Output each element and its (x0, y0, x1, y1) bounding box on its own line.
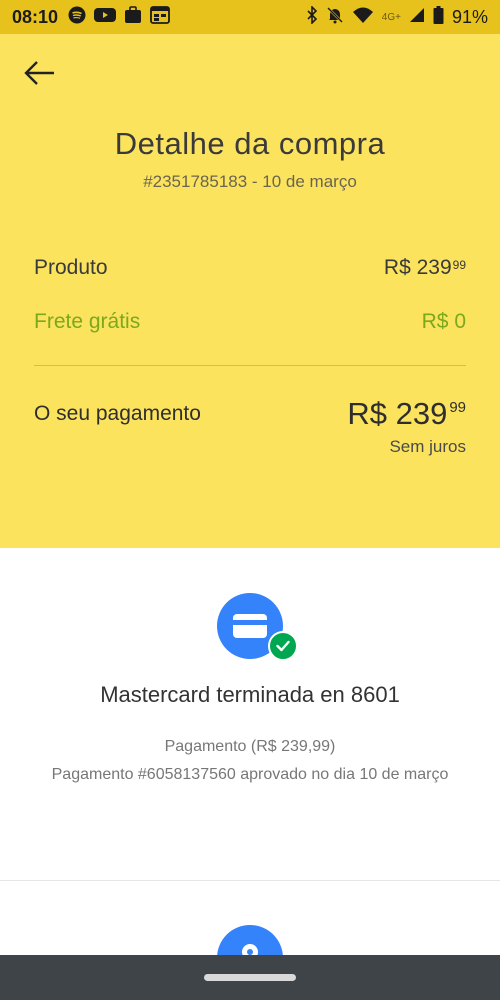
page-title: Detalhe da compra (114, 126, 386, 161)
bluetooth-icon (306, 4, 318, 29)
payment-amount: Pagamento (R$ 239,99) (164, 738, 336, 755)
payment-total-main: R$ 239 (347, 396, 448, 431)
shipping-label: Frete grátis (34, 310, 141, 333)
payment-total-price: R$ 239 99 (347, 396, 466, 432)
product-row: Produto R$ 23999 (34, 256, 466, 280)
product-price-main: R$ 239 (383, 256, 452, 279)
payment-total-cents: 99 (449, 399, 466, 416)
shipping-price: R$ 0 (421, 310, 466, 333)
status-bar: 08:10 4G+ 91% (0, 0, 500, 34)
spotify-icon (68, 6, 86, 29)
briefcase-icon (124, 5, 142, 29)
network-type: 4G+ (381, 11, 401, 23)
card-name: Mastercard terminada en 8601 (100, 682, 400, 707)
system-navigation-bar (0, 955, 500, 1000)
payment-approval: Pagamento #6058137560 aprovado no dia 10… (51, 766, 449, 783)
summary-divider (34, 365, 466, 366)
product-label: Produto (34, 256, 108, 279)
installment-note: Sem juros (389, 437, 466, 456)
payment-total-label: O seu pagamento (34, 402, 201, 425)
wifi-icon (352, 6, 374, 29)
battery-level: 91% (451, 6, 488, 27)
calendar-icon (150, 5, 170, 29)
youtube-icon (94, 7, 117, 28)
signal-icon (409, 7, 425, 28)
arrow-left-icon (24, 61, 54, 85)
shipping-row: Frete grátis R$ 0 (34, 310, 466, 334)
order-reference: #2351785183 - 10 de março (143, 172, 357, 191)
section-divider (0, 880, 500, 881)
alarm-off-icon (326, 6, 344, 29)
product-price-cents: 99 (452, 258, 466, 272)
purchase-summary-header: Detalhe da compra #2351785183 - 10 de ma… (0, 34, 500, 548)
status-time: 08:10 (12, 6, 59, 27)
home-gesture-handle[interactable] (204, 974, 296, 981)
check-icon (268, 631, 298, 661)
battery-icon (433, 5, 444, 29)
payment-total-row: O seu pagamento R$ 239 99 (34, 396, 466, 432)
payment-method-section: Mastercard terminada en 8601 Pagamento (… (0, 548, 500, 878)
product-price: R$ 23999 (384, 256, 466, 280)
back-button[interactable] (22, 58, 58, 88)
